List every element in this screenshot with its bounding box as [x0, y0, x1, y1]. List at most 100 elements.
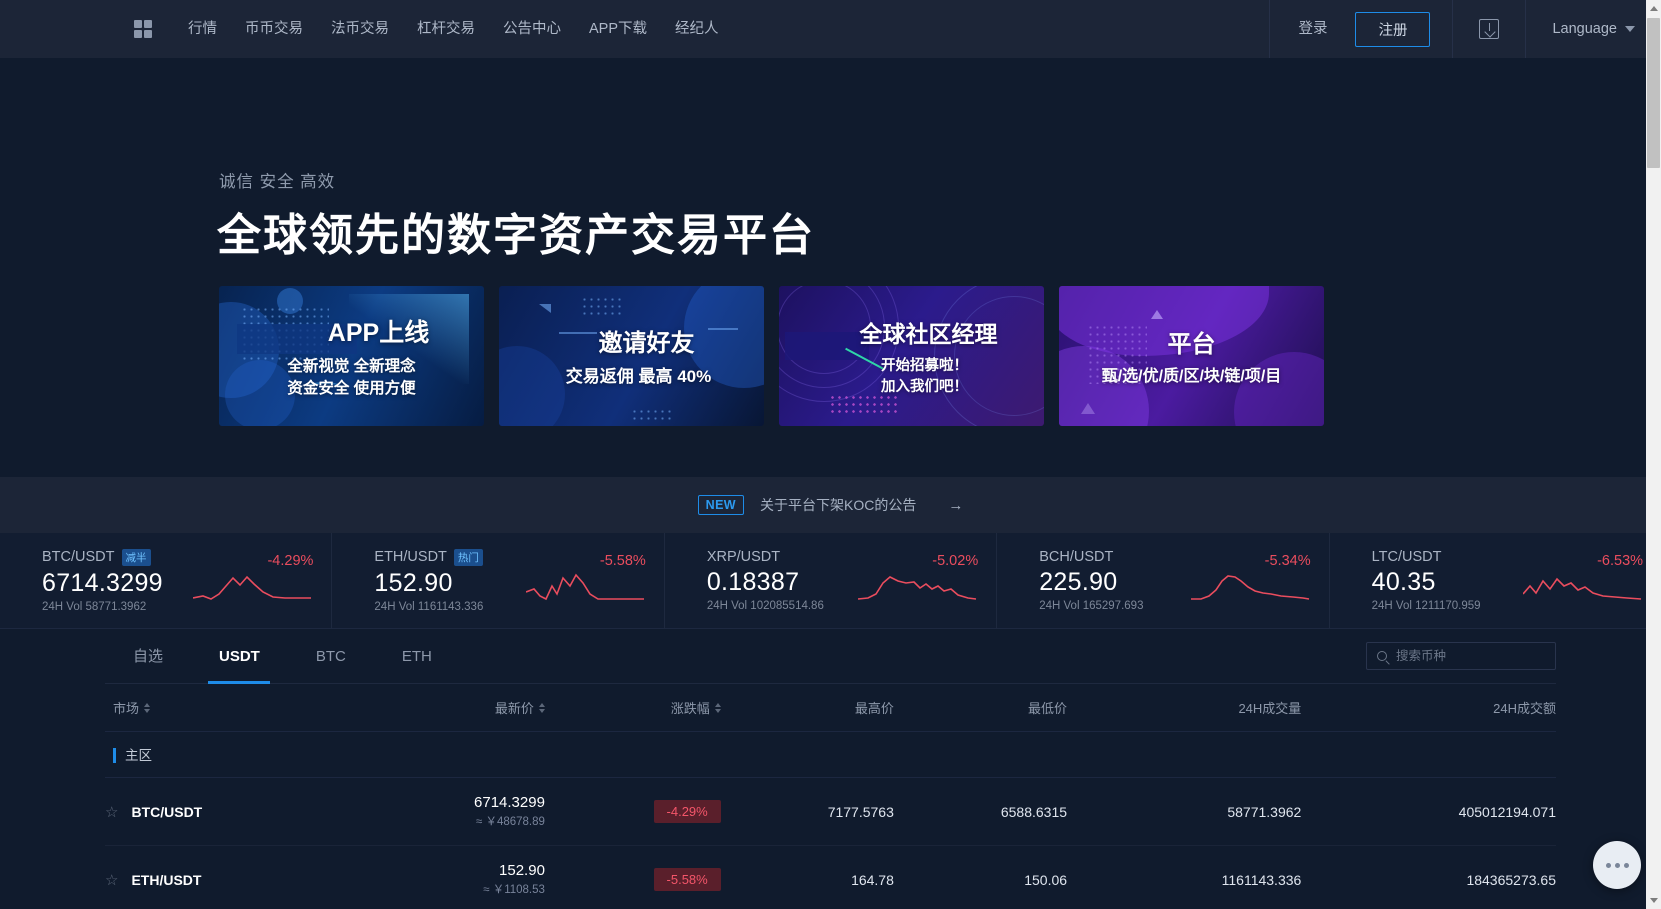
banner-line-1: 甄/选/优/质/区/块/链/项/目	[1102, 366, 1282, 389]
ticker-pair: LTC/USDT	[1372, 549, 1442, 565]
ticker-change: -4.29%	[267, 553, 313, 569]
register-button[interactable]: 注册	[1355, 12, 1430, 47]
sort-icon[interactable]	[539, 703, 545, 713]
promo-banner-community[interactable]: 全球社区经理 开始招募啦！ 加入我们吧！	[779, 286, 1044, 426]
grid-logo-icon[interactable]	[134, 20, 152, 38]
search-box[interactable]	[1366, 642, 1556, 670]
cell-change: -5.58%	[545, 846, 721, 909]
ticker-item-btc[interactable]: BTC/USDT 减半 6714.3299 24H Vol 58771.3962…	[0, 533, 332, 629]
search-input[interactable]	[1396, 649, 1545, 663]
chat-dots	[1606, 863, 1629, 868]
promo-banner-invite[interactable]: 邀请好友 交易返佣 最高 40%	[499, 286, 764, 426]
table-row[interactable]: ☆ ETH/USDT 152.90 ≈ ￥1108.53 -5.58% 164.…	[105, 846, 1556, 909]
nav-item-markets[interactable]: 行情	[174, 0, 231, 58]
ticker-item-xrp[interactable]: XRP/USDT 0.18387 24H Vol 102085514.86 -5…	[665, 533, 997, 629]
col-change[interactable]: 涨跌幅	[545, 684, 721, 732]
nav-item-margin-trade[interactable]: 杠杆交易	[403, 0, 489, 58]
cell-high: 164.78	[721, 846, 894, 909]
market-table-body: ☆ BTC/USDT 6714.3299 ≈ ￥48678.89 -4.29% …	[105, 778, 1556, 909]
nav-item-app-download[interactable]: APP下载	[575, 0, 661, 58]
banner-subtitle: 开始招募啦！ 加入我们吧！	[881, 356, 968, 397]
arrow-right-icon[interactable]: →	[948, 497, 963, 514]
promo-banner-app[interactable]: APP上线 全新视觉 全新理念 资金安全 使用方便	[219, 286, 484, 426]
banner-title: 邀请好友	[599, 323, 695, 358]
language-selector[interactable]: Language	[1526, 21, 1661, 37]
tab-btc[interactable]: BTC	[288, 629, 374, 684]
cell-low: 6588.6315	[894, 778, 1067, 846]
ticker-pair: XRP/USDT	[707, 549, 780, 565]
tab-eth[interactable]: ETH	[374, 629, 460, 684]
nav-item-broker[interactable]: 经纪人	[661, 0, 733, 58]
chevron-down-icon	[1625, 26, 1635, 32]
main-nav: 行情 币币交易 法币交易 杠杆交易 公告中心 APP下载 经纪人	[174, 0, 733, 58]
ticker-change-area: -4.29%	[193, 553, 313, 604]
sparkline-chart	[858, 572, 978, 604]
ticker-info: LTC/USDT 40.35 24H Vol 1211170.959	[1372, 549, 1481, 612]
row-pair: BTC/USDT	[131, 804, 202, 820]
hero-section: 诚信 安全 高效 全球领先的数字资产交易平台 APP上线 全新视觉 全新理念 资…	[0, 58, 1661, 477]
ticker-change-area: -5.34%	[1191, 553, 1311, 604]
chat-bubble-icon[interactable]	[1593, 841, 1641, 889]
row-price: 152.90	[499, 862, 545, 879]
scroll-up-arrow-icon[interactable]	[1646, 0, 1661, 17]
cell-high: 7177.5763	[721, 778, 894, 846]
download-box-icon[interactable]	[1479, 19, 1499, 39]
cell-turnover: 184365273.65	[1301, 846, 1556, 909]
ticker-pair-line: ETH/USDT 热门	[374, 549, 483, 566]
col-last-price[interactable]: 最新价	[359, 684, 545, 732]
zone-label: 主区	[113, 748, 152, 763]
sort-icon[interactable]	[715, 703, 721, 713]
login-button[interactable]: 登录	[1270, 0, 1355, 58]
col-volume: 24H成交量	[1067, 684, 1301, 732]
banner-subtitle: 全新视觉 全新理念 资金安全 使用方便	[287, 356, 415, 400]
star-outline-icon[interactable]: ☆	[105, 871, 118, 889]
ticker-item-eth[interactable]: ETH/USDT 热门 152.90 24H Vol 1161143.336 -…	[332, 533, 664, 629]
banner-title: 全球社区经理	[860, 315, 998, 349]
promo-banner-platform[interactable]: 平台 甄/选/优/质/区/块/链/项/目	[1059, 286, 1324, 426]
col-low: 最低价	[894, 684, 1067, 732]
page-title: 全球领先的数字资产交易平台	[217, 199, 815, 263]
page-scrollbar[interactable]	[1646, 0, 1661, 909]
row-price: 6714.3299	[474, 794, 545, 811]
announcement-link[interactable]: 关于平台下架KOC的公告	[760, 495, 916, 515]
ticker-change: -5.58%	[600, 553, 646, 569]
ticker-item-ltc[interactable]: LTC/USDT 40.35 24H Vol 1211170.959 -6.53…	[1330, 533, 1661, 629]
status-badge: -5.58%	[654, 868, 721, 891]
star-outline-icon[interactable]: ☆	[105, 803, 118, 821]
announcement-bar[interactable]: NEW 关于平台下架KOC的公告 →	[0, 477, 1661, 533]
ticker-pair: BCH/USDT	[1039, 549, 1113, 565]
ticker-price: 0.18387	[707, 568, 824, 597]
zone-cell: 主区	[105, 732, 1556, 778]
nav-item-coin-trade[interactable]: 币币交易	[231, 0, 317, 58]
cell-volume: 58771.3962	[1067, 778, 1301, 846]
nav-item-fiat-trade[interactable]: 法币交易	[317, 0, 403, 58]
banner-line-1: 开始招募啦！	[881, 356, 968, 377]
cell-price: 152.90 ≈ ￥1108.53	[359, 846, 545, 909]
cell-change: -4.29%	[545, 778, 721, 846]
ticker-volume: 24H Vol 1161143.336	[374, 601, 483, 613]
market-table: 市场 最新价 涨跌幅	[105, 684, 1556, 909]
row-price-cny: ≈ ￥1108.53	[483, 881, 545, 897]
scrollbar-thumb[interactable]	[1647, 18, 1660, 168]
cell-market: ☆ ETH/USDT	[105, 846, 359, 909]
col-label: 市场	[113, 698, 139, 717]
ticker-pair-line: BTC/USDT 减半	[42, 549, 163, 566]
tab-usdt[interactable]: USDT	[191, 629, 288, 684]
table-row[interactable]: ☆ BTC/USDT 6714.3299 ≈ ￥48678.89 -4.29% …	[105, 778, 1556, 846]
cell-price: 6714.3299 ≈ ￥48678.89	[359, 778, 545, 846]
sort-icon[interactable]	[144, 703, 150, 713]
table-header-row: 市场 最新价 涨跌幅	[105, 684, 1556, 732]
ticker-item-bch[interactable]: BCH/USDT 225.90 24H Vol 165297.693 -5.34…	[997, 533, 1329, 629]
tab-favorites[interactable]: 自选	[105, 629, 191, 684]
ticker-info: XRP/USDT 0.18387 24H Vol 102085514.86	[707, 549, 824, 612]
nav-item-announcements[interactable]: 公告中心	[489, 0, 575, 58]
status-badge: -4.29%	[654, 800, 721, 823]
ticker-pair-line: BCH/USDT	[1039, 549, 1143, 565]
banner-line-2: 资金安全 使用方便	[287, 378, 415, 400]
sparkline-chart	[193, 572, 313, 604]
col-market[interactable]: 市场	[105, 684, 359, 732]
search-icon	[1377, 651, 1387, 661]
scroll-down-arrow-icon[interactable]	[1646, 892, 1661, 909]
col-label: 涨跌幅	[671, 698, 710, 717]
ticker-change: -5.02%	[932, 553, 978, 569]
